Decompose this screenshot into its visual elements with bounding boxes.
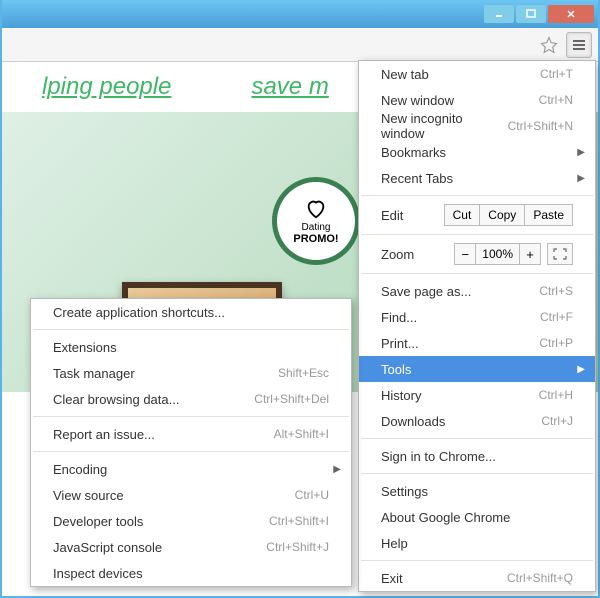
menu-about[interactable]: About Google Chrome: [359, 504, 595, 530]
submenu-inspect-devices[interactable]: Inspect devices: [31, 560, 351, 586]
menu-find[interactable]: Find...Ctrl+F: [359, 304, 595, 330]
submenu-extensions[interactable]: Extensions: [31, 334, 351, 360]
close-button[interactable]: [548, 5, 594, 23]
titlebar: [2, 0, 598, 28]
banner-text-2: save m: [251, 73, 328, 101]
submenu-view-source[interactable]: View sourceCtrl+U: [31, 482, 351, 508]
menu-history[interactable]: HistoryCtrl+H: [359, 382, 595, 408]
menu-separator: [361, 273, 593, 274]
toolbar: [2, 28, 598, 62]
minimize-button[interactable]: [484, 5, 514, 23]
menu-bookmarks[interactable]: Bookmarks▶: [359, 139, 595, 165]
menu-help[interactable]: Help: [359, 530, 595, 556]
heart-icon: [303, 198, 329, 220]
menu-exit[interactable]: ExitCtrl+Shift+Q: [359, 565, 595, 591]
menu-zoom-row: Zoom − 100% +: [359, 239, 595, 269]
menu-print[interactable]: Print...Ctrl+P: [359, 330, 595, 356]
menu-separator: [361, 438, 593, 439]
menu-settings[interactable]: Settings: [359, 478, 595, 504]
close-icon: [566, 9, 576, 19]
menu-separator: [33, 329, 349, 330]
star-icon: [540, 36, 558, 54]
submenu-developer-tools[interactable]: Developer toolsCtrl+Shift+I: [31, 508, 351, 534]
menu-new-window[interactable]: New windowCtrl+N: [359, 87, 595, 113]
chrome-main-menu: New tabCtrl+T New windowCtrl+N New incog…: [358, 60, 596, 592]
promo-badge: Dating PROMO!: [272, 177, 360, 265]
banner-text-1: lping people: [42, 73, 171, 101]
menu-signin[interactable]: Sign in to Chrome...: [359, 443, 595, 469]
menu-separator: [33, 451, 349, 452]
menu-save-page[interactable]: Save page as...Ctrl+S: [359, 278, 595, 304]
menu-separator: [361, 234, 593, 235]
chevron-right-icon: ▶: [577, 173, 585, 184]
menu-edit-row: Edit Cut Copy Paste: [359, 200, 595, 230]
tools-submenu: Create application shortcuts... Extensio…: [30, 298, 352, 587]
fullscreen-icon: [553, 248, 567, 260]
bookmark-star-button[interactable]: [538, 34, 560, 56]
submenu-javascript-console[interactable]: JavaScript consoleCtrl+Shift+J: [31, 534, 351, 560]
zoom-value: 100%: [475, 243, 520, 265]
menu-new-tab[interactable]: New tabCtrl+T: [359, 61, 595, 87]
menu-separator: [361, 195, 593, 196]
maximize-button[interactable]: [516, 5, 546, 23]
chevron-right-icon: ▶: [577, 364, 585, 375]
minimize-icon: [494, 9, 504, 19]
maximize-icon: [526, 9, 536, 19]
cut-button[interactable]: Cut: [444, 204, 481, 226]
menu-recent-tabs[interactable]: Recent Tabs▶: [359, 165, 595, 191]
hamburger-icon: [571, 38, 587, 52]
submenu-clear-browsing-data[interactable]: Clear browsing data...Ctrl+Shift+Del: [31, 386, 351, 412]
menu-separator: [361, 560, 593, 561]
edit-label: Edit: [381, 208, 403, 223]
submenu-report-issue[interactable]: Report an issue...Alt+Shift+I: [31, 421, 351, 447]
promo-small-label: Dating: [302, 222, 331, 233]
promo-big-label: PROMO!: [293, 233, 338, 245]
submenu-task-manager[interactable]: Task managerShift+Esc: [31, 360, 351, 386]
chrome-menu-button[interactable]: [566, 32, 592, 58]
copy-button[interactable]: Copy: [479, 204, 525, 226]
menu-downloads[interactable]: DownloadsCtrl+J: [359, 408, 595, 434]
zoom-out-button[interactable]: −: [454, 243, 476, 265]
submenu-encoding[interactable]: Encoding▶: [31, 456, 351, 482]
menu-tools[interactable]: Tools▶: [359, 356, 595, 382]
menu-separator: [361, 473, 593, 474]
zoom-in-button[interactable]: +: [519, 243, 541, 265]
zoom-label: Zoom: [381, 247, 414, 262]
menu-new-incognito[interactable]: New incognito windowCtrl+Shift+N: [359, 113, 595, 139]
chevron-right-icon: ▶: [333, 464, 341, 475]
submenu-create-app-shortcuts[interactable]: Create application shortcuts...: [31, 299, 351, 325]
fullscreen-button[interactable]: [547, 243, 573, 265]
paste-button[interactable]: Paste: [524, 204, 573, 226]
chevron-right-icon: ▶: [577, 147, 585, 158]
menu-separator: [33, 416, 349, 417]
